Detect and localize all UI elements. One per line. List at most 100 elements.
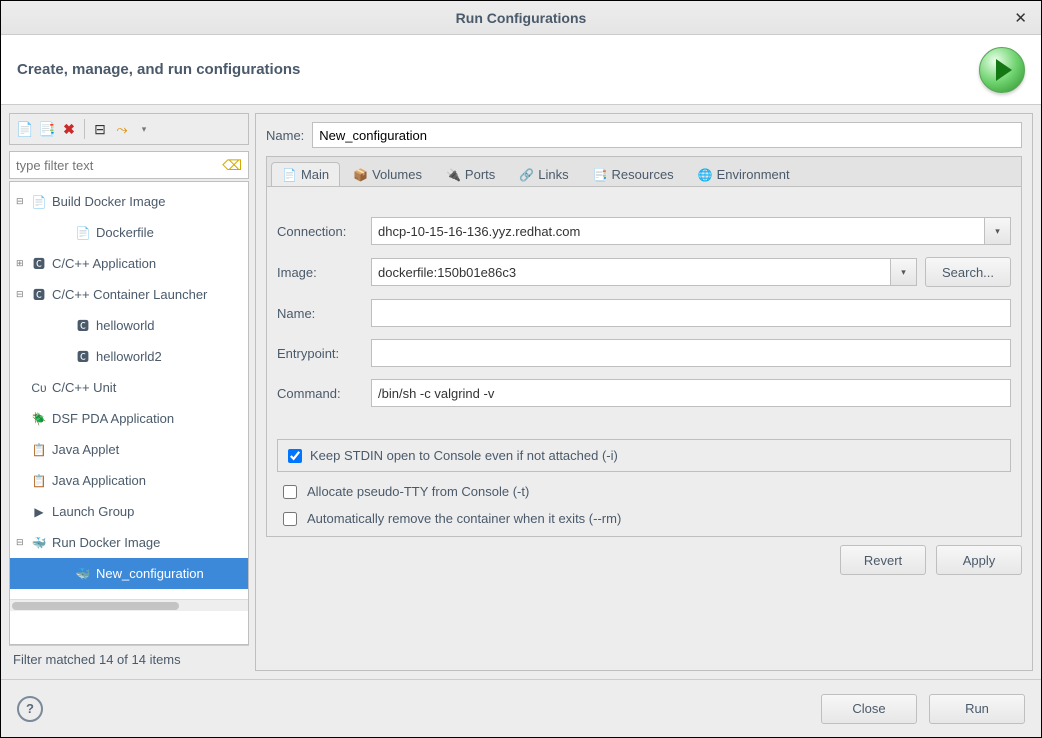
- config-name-input[interactable]: [312, 122, 1022, 148]
- close-icon[interactable]: ✕: [1014, 9, 1027, 27]
- chevron-down-icon[interactable]: ▾: [891, 258, 917, 286]
- config-tree-scroll[interactable]: ⊟📄Build Docker Image📄Dockerfile⊞🅲C/C++ A…: [9, 181, 249, 645]
- stdin-checkbox[interactable]: [288, 449, 302, 463]
- tab-container: 📄 Main 📦Volumes🔌Ports 🔗 Links 📑 Resources 🌐 Envi…: [266, 156, 1022, 537]
- node-icon: Cᴜ: [30, 381, 48, 395]
- entrypoint-input[interactable]: [371, 339, 1011, 367]
- tab-label: Volumes: [372, 167, 422, 182]
- filter-input-wrap: ⌫: [9, 151, 249, 179]
- connection-row: Connection: ▾: [277, 217, 1011, 245]
- tree-item[interactable]: 📄 Dockerfile: [10, 217, 248, 248]
- tab-links[interactable]: 🔗 Links: [508, 162, 579, 186]
- horizontal-scrollbar[interactable]: [10, 599, 248, 611]
- tab-ports[interactable]: 🔌Ports: [435, 162, 506, 186]
- tab-label: Environment: [717, 167, 790, 182]
- node-icon: 📄: [74, 226, 92, 240]
- connection-input[interactable]: [371, 217, 985, 245]
- tree-item[interactable]: ⊟📄Build Docker Image: [10, 186, 248, 217]
- tab-icon: 📑: [593, 168, 608, 182]
- connection-combo[interactable]: ▾: [371, 217, 1011, 245]
- footer: ? Close Run: [1, 679, 1041, 737]
- revert-button[interactable]: Revert: [840, 545, 926, 575]
- tab-label: Links: [538, 167, 568, 182]
- toolbar-divider: [84, 119, 85, 139]
- filter-icon[interactable]: ⤳: [113, 120, 131, 138]
- tree-item-label: C/C++ Container Launcher: [52, 287, 207, 302]
- node-icon: ▶: [30, 505, 48, 519]
- tree-item[interactable]: 🅲helloworld: [10, 310, 248, 341]
- expander-icon[interactable]: ⊟: [16, 289, 30, 300]
- chevron-down-icon[interactable]: ▾: [985, 217, 1011, 245]
- tree-item[interactable]: ⊟🐳 Run Docker Image: [10, 527, 248, 558]
- header: Create, manage, and run configurations: [1, 35, 1041, 105]
- tree-item[interactable]: 📋Java Application: [10, 465, 248, 496]
- node-icon: 🅲: [74, 317, 92, 334]
- expander-icon[interactable]: ⊞: [16, 258, 30, 269]
- command-input[interactable]: [371, 379, 1011, 407]
- expander-icon[interactable]: ⊟: [16, 537, 30, 548]
- tty-label: Allocate pseudo-TTY from Console (-t): [307, 484, 529, 499]
- tree-item[interactable]: ⊟🅲C/C++ Container Launcher: [10, 279, 248, 310]
- expander-icon[interactable]: ⊟: [16, 196, 30, 207]
- new-config-icon[interactable]: 📄: [16, 120, 34, 138]
- tab-icon: 🔗: [519, 168, 534, 182]
- footer-buttons: Close Run: [821, 694, 1025, 724]
- container-name-label: Name:: [277, 306, 363, 321]
- sidebar-toolbar: 📄 📑 ✖ ⊟ ⤳ ▾: [9, 113, 249, 145]
- node-icon: 🅲: [30, 255, 48, 272]
- tree-item[interactable]: ▶ Launch Group: [10, 496, 248, 527]
- tree-item[interactable]: 📋Java Applet: [10, 434, 248, 465]
- clear-filter-icon[interactable]: ⌫: [222, 157, 242, 174]
- tree-item-label: Dockerfile: [96, 225, 154, 240]
- node-icon: 🐳: [30, 536, 48, 550]
- delete-config-icon[interactable]: ✖: [60, 120, 78, 138]
- tree-item-label: helloworld: [96, 318, 155, 333]
- tree-item[interactable]: 🪲DSF PDA Application: [10, 403, 248, 434]
- collapse-all-icon[interactable]: ⊟: [91, 120, 109, 138]
- filter-input[interactable]: [16, 158, 222, 173]
- help-icon[interactable]: ?: [17, 696, 43, 722]
- tab-environment[interactable]: 🌐 Environment: [687, 162, 801, 186]
- tree-item-selected[interactable]: 🐳New_configuration: [10, 558, 248, 589]
- autoremove-checkbox-row[interactable]: Automatically remove the container when …: [277, 511, 1011, 526]
- tree-item-label: Run Docker Image: [52, 535, 160, 550]
- run-button[interactable]: Run: [929, 694, 1025, 724]
- run-configurations-dialog: Run Configurations ✕ Create, manage, and…: [0, 0, 1042, 738]
- tab-main[interactable]: 📄 Main: [271, 162, 340, 186]
- duplicate-config-icon[interactable]: 📑: [38, 120, 56, 138]
- node-icon: 🅲: [74, 348, 92, 365]
- tab-volumes[interactable]: 📦Volumes: [342, 162, 433, 186]
- tree-item[interactable]: CᴜC/C++ Unit: [10, 372, 248, 403]
- tab-label: Main: [301, 167, 329, 182]
- filter-status: Filter matched 14 of 14 items: [9, 645, 249, 671]
- tab-resources[interactable]: 📑 Resources: [582, 162, 685, 186]
- autoremove-checkbox[interactable]: [283, 512, 297, 526]
- name-row: Name:: [266, 122, 1022, 148]
- search-image-button[interactable]: Search...: [925, 257, 1011, 287]
- dropdown-arrow-icon[interactable]: ▾: [135, 120, 153, 138]
- tree-item[interactable]: 🅲helloworld2: [10, 341, 248, 372]
- stdin-checkbox-row[interactable]: Keep STDIN open to Console even if not a…: [277, 439, 1011, 472]
- container-name-input[interactable]: [371, 299, 1011, 327]
- tty-checkbox[interactable]: [283, 485, 297, 499]
- connection-label: Connection:: [277, 224, 363, 239]
- revert-apply-row: Revert Apply: [266, 545, 1022, 575]
- image-combo[interactable]: ▾: [371, 258, 917, 286]
- tab-icon: 📄: [282, 168, 297, 182]
- tree-item[interactable]: ⊞🅲C/C++ Application: [10, 248, 248, 279]
- tab-label: Resources: [612, 167, 674, 182]
- image-row: Image: ▾ Search...: [277, 257, 1011, 287]
- tab-icon: 🌐: [698, 168, 713, 182]
- tab-icon: 🔌: [446, 168, 461, 182]
- node-icon: 📄: [30, 195, 48, 209]
- autoremove-label: Automatically remove the container when …: [307, 511, 621, 526]
- apply-button[interactable]: Apply: [936, 545, 1022, 575]
- tty-checkbox-row[interactable]: Allocate pseudo-TTY from Console (-t): [277, 484, 1011, 499]
- image-input[interactable]: [371, 258, 891, 286]
- close-button[interactable]: Close: [821, 694, 917, 724]
- tree-item-label: Launch Group: [52, 504, 134, 519]
- entrypoint-row: Entrypoint:: [277, 339, 1011, 367]
- stdin-label: Keep STDIN open to Console even if not a…: [310, 448, 618, 463]
- tree-item-label: New_configuration: [96, 566, 204, 581]
- node-icon: 📋: [30, 443, 48, 457]
